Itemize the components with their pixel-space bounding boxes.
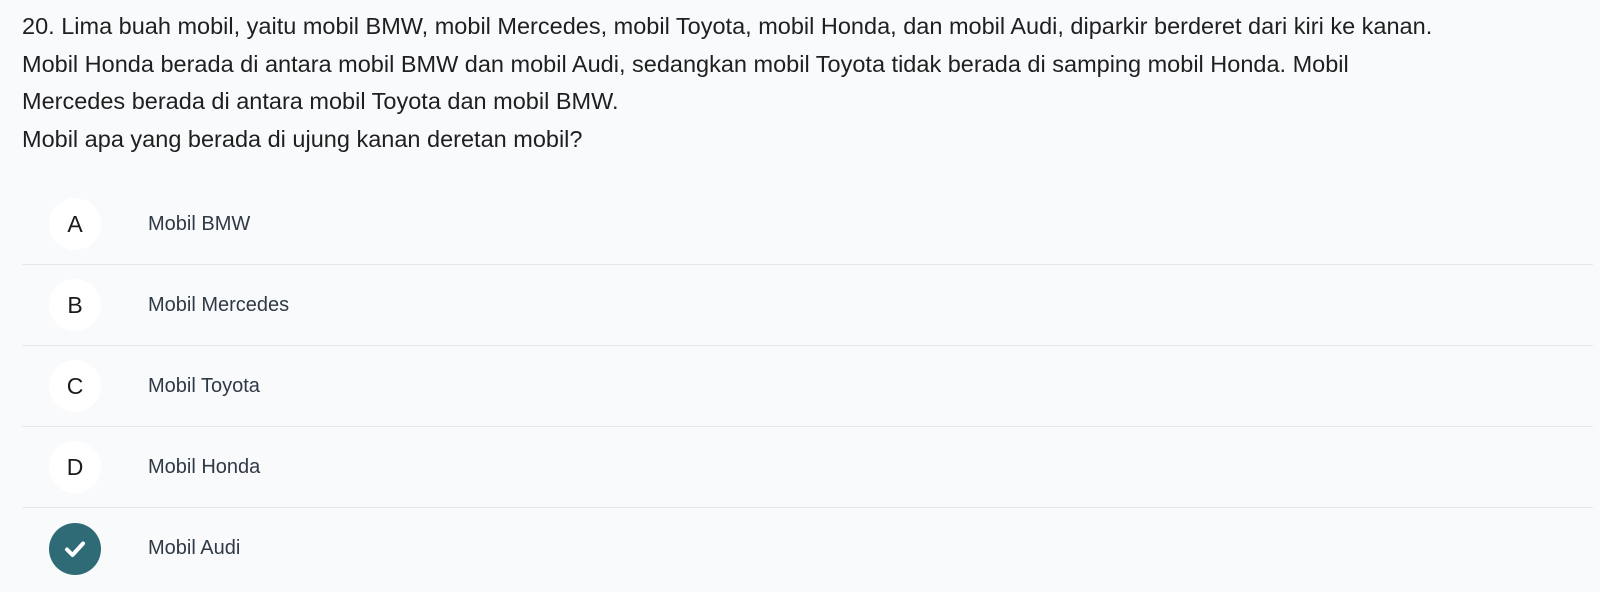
question-line-1: 20. Lima buah mobil, yaitu mobil BMW, mo…: [22, 13, 1433, 39]
answer-options: A Mobil BMW B Mobil Mercedes C Mobil Toy…: [22, 184, 1593, 589]
option-letter-a: A: [49, 198, 101, 250]
option-label-d: Mobil Honda: [148, 455, 261, 478]
question-line-3: Mercedes berada di antara mobil Toyota d…: [22, 88, 619, 114]
option-letter-b: B: [49, 279, 101, 331]
option-e[interactable]: Mobil Audi: [22, 508, 1593, 589]
option-b[interactable]: B Mobil Mercedes: [22, 265, 1593, 346]
option-label-b: Mobil Mercedes: [148, 293, 290, 316]
question-text: 20. Lima buah mobil, yaitu mobil BMW, mo…: [22, 8, 1600, 158]
option-letter-d: D: [49, 441, 101, 493]
option-d[interactable]: D Mobil Honda: [22, 427, 1593, 508]
option-letter-c: C: [49, 360, 101, 412]
option-c[interactable]: C Mobil Toyota: [22, 346, 1593, 427]
question-prompt: Mobil apa yang berada di ujung kanan der…: [22, 125, 583, 152]
option-label-e: Mobil Audi: [148, 537, 241, 559]
question-container: 20. Lima buah mobil, yaitu mobil BMW, mo…: [0, 0, 1600, 589]
checkmark-icon: [49, 522, 101, 575]
option-a[interactable]: A Mobil BMW: [22, 184, 1593, 265]
question-line-2: Mobil Honda berada di antara mobil BMW d…: [22, 50, 1349, 77]
option-label-c: Mobil Toyota: [148, 374, 260, 397]
option-label-a: Mobil BMW: [148, 212, 251, 235]
